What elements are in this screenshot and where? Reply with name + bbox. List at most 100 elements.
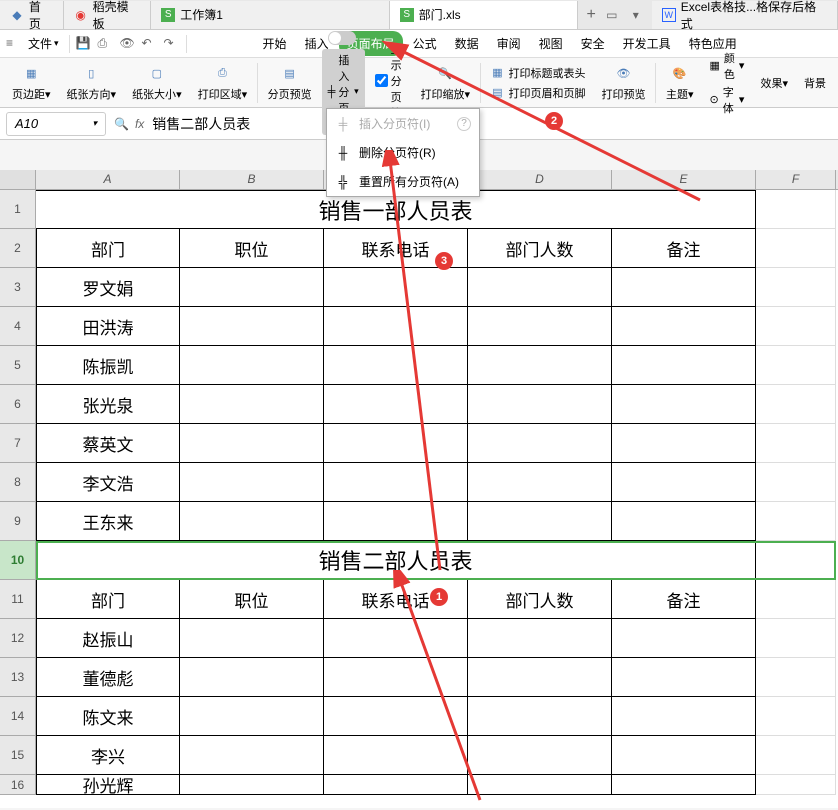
- row-header[interactable]: 4: [0, 307, 36, 346]
- cell[interactable]: [756, 424, 836, 463]
- menu-data[interactable]: 数据: [447, 31, 487, 56]
- cell[interactable]: [324, 346, 468, 385]
- cell[interactable]: [180, 736, 324, 775]
- cell[interactable]: 赵振山: [36, 619, 180, 658]
- row-header[interactable]: 13: [0, 658, 36, 697]
- cell[interactable]: [180, 385, 324, 424]
- cell[interactable]: 张光泉: [36, 385, 180, 424]
- cell[interactable]: [180, 697, 324, 736]
- cell[interactable]: [756, 736, 836, 775]
- menu-security[interactable]: 安全: [573, 31, 613, 56]
- cell[interactable]: [756, 463, 836, 502]
- tab-department-file[interactable]: S 部门.xls: [390, 1, 579, 29]
- ribbon-font[interactable]: ⊙ 字体▾: [704, 84, 751, 116]
- cell[interactable]: 部门人数: [468, 580, 612, 619]
- ribbon-page-preview[interactable]: ▤ 分页预览: [262, 64, 318, 102]
- file-menu[interactable]: 文件 ▾: [24, 35, 63, 52]
- cell[interactable]: [612, 385, 756, 424]
- row-header[interactable]: 16: [0, 775, 36, 795]
- row-header[interactable]: 3: [0, 268, 36, 307]
- cell[interactable]: 职位: [180, 580, 324, 619]
- help-icon[interactable]: ?: [457, 117, 471, 131]
- cell[interactable]: [468, 502, 612, 541]
- cell[interactable]: [180, 502, 324, 541]
- ribbon-toggle[interactable]: [322, 31, 365, 45]
- cell[interactable]: [756, 385, 836, 424]
- menu-formula[interactable]: 公式: [405, 31, 445, 56]
- cell[interactable]: 备注: [612, 580, 756, 619]
- row-header[interactable]: 14: [0, 697, 36, 736]
- cell[interactable]: 联系电话: [324, 229, 468, 268]
- cell[interactable]: [612, 775, 756, 795]
- cell[interactable]: [180, 775, 324, 795]
- ribbon-print-zoom[interactable]: 🔍 打印缩放▾: [414, 64, 476, 102]
- ribbon-theme[interactable]: 🎨 主题▾: [660, 64, 700, 102]
- dropdown-reset-breaks[interactable]: ╬ 重置所有分页符(A): [327, 167, 479, 196]
- tab-home[interactable]: ◆ 首页: [0, 1, 64, 29]
- cell[interactable]: 田洪涛: [36, 307, 180, 346]
- cell[interactable]: [756, 775, 836, 795]
- cell[interactable]: [180, 658, 324, 697]
- row-header[interactable]: 1: [0, 190, 36, 229]
- cell[interactable]: 联系电话: [324, 580, 468, 619]
- cell[interactable]: [180, 619, 324, 658]
- dropdown-remove-break[interactable]: ╫ 删除分页符(R): [327, 138, 479, 167]
- cell[interactable]: [468, 736, 612, 775]
- ribbon-print-header[interactable]: ▤ 打印页眉和页脚: [484, 85, 591, 101]
- cell[interactable]: 董德彪: [36, 658, 180, 697]
- cell[interactable]: [756, 268, 836, 307]
- ribbon-size[interactable]: ▢ 纸张大小▾: [126, 64, 188, 102]
- undo-icon[interactable]: ↶: [142, 36, 158, 52]
- cell[interactable]: [324, 775, 468, 795]
- row-header[interactable]: 15: [0, 736, 36, 775]
- cell[interactable]: [324, 502, 468, 541]
- cell[interactable]: [324, 385, 468, 424]
- cell[interactable]: [324, 736, 468, 775]
- menu-view[interactable]: 视图: [531, 31, 571, 56]
- tab-workbook[interactable]: S 工作簿1: [151, 1, 389, 29]
- row-header[interactable]: 7: [0, 424, 36, 463]
- cell[interactable]: [468, 307, 612, 346]
- cell[interactable]: [468, 697, 612, 736]
- name-box[interactable]: A10 ▾: [6, 112, 106, 136]
- row-header[interactable]: 12: [0, 619, 36, 658]
- cell[interactable]: 销售二部人员表: [36, 541, 756, 580]
- cell[interactable]: 部门: [36, 580, 180, 619]
- ribbon-orientation[interactable]: ▯ 纸张方向▾: [61, 64, 123, 102]
- cell[interactable]: [180, 346, 324, 385]
- column-header[interactable]: F: [756, 170, 836, 189]
- save-icon[interactable]: 💾: [76, 36, 92, 52]
- cell[interactable]: [324, 307, 468, 346]
- cell[interactable]: [756, 541, 836, 580]
- cell[interactable]: [612, 424, 756, 463]
- menu-start[interactable]: 开始: [255, 31, 295, 56]
- print-icon[interactable]: ⎙: [98, 36, 114, 52]
- ribbon-background[interactable]: 背景: [798, 75, 832, 91]
- cell[interactable]: [756, 307, 836, 346]
- cell[interactable]: [612, 697, 756, 736]
- cell[interactable]: 职位: [180, 229, 324, 268]
- show-breaks-checkbox[interactable]: [375, 74, 388, 87]
- cell[interactable]: [612, 346, 756, 385]
- cell[interactable]: [468, 619, 612, 658]
- cell[interactable]: [180, 463, 324, 502]
- ribbon-print-area[interactable]: ⎙ 打印区域▾: [192, 64, 254, 102]
- cell[interactable]: [468, 268, 612, 307]
- redo-icon[interactable]: ↷: [164, 36, 180, 52]
- formula-input[interactable]: 销售二部人员表: [152, 114, 832, 134]
- cell[interactable]: 部门人数: [468, 229, 612, 268]
- cell[interactable]: [324, 424, 468, 463]
- ribbon-print-title[interactable]: ▦ 打印标题或表头: [484, 65, 591, 81]
- cell[interactable]: [324, 619, 468, 658]
- cell[interactable]: [324, 268, 468, 307]
- cell[interactable]: [756, 658, 836, 697]
- row-header[interactable]: 9: [0, 502, 36, 541]
- cell[interactable]: 李文浩: [36, 463, 180, 502]
- row-header[interactable]: 5: [0, 346, 36, 385]
- row-header[interactable]: 11: [0, 580, 36, 619]
- ribbon-color[interactable]: ▦ 颜色▾: [704, 50, 751, 82]
- cell[interactable]: [468, 346, 612, 385]
- cell[interactable]: [468, 775, 612, 795]
- select-all-corner[interactable]: [0, 170, 36, 189]
- cell[interactable]: [756, 697, 836, 736]
